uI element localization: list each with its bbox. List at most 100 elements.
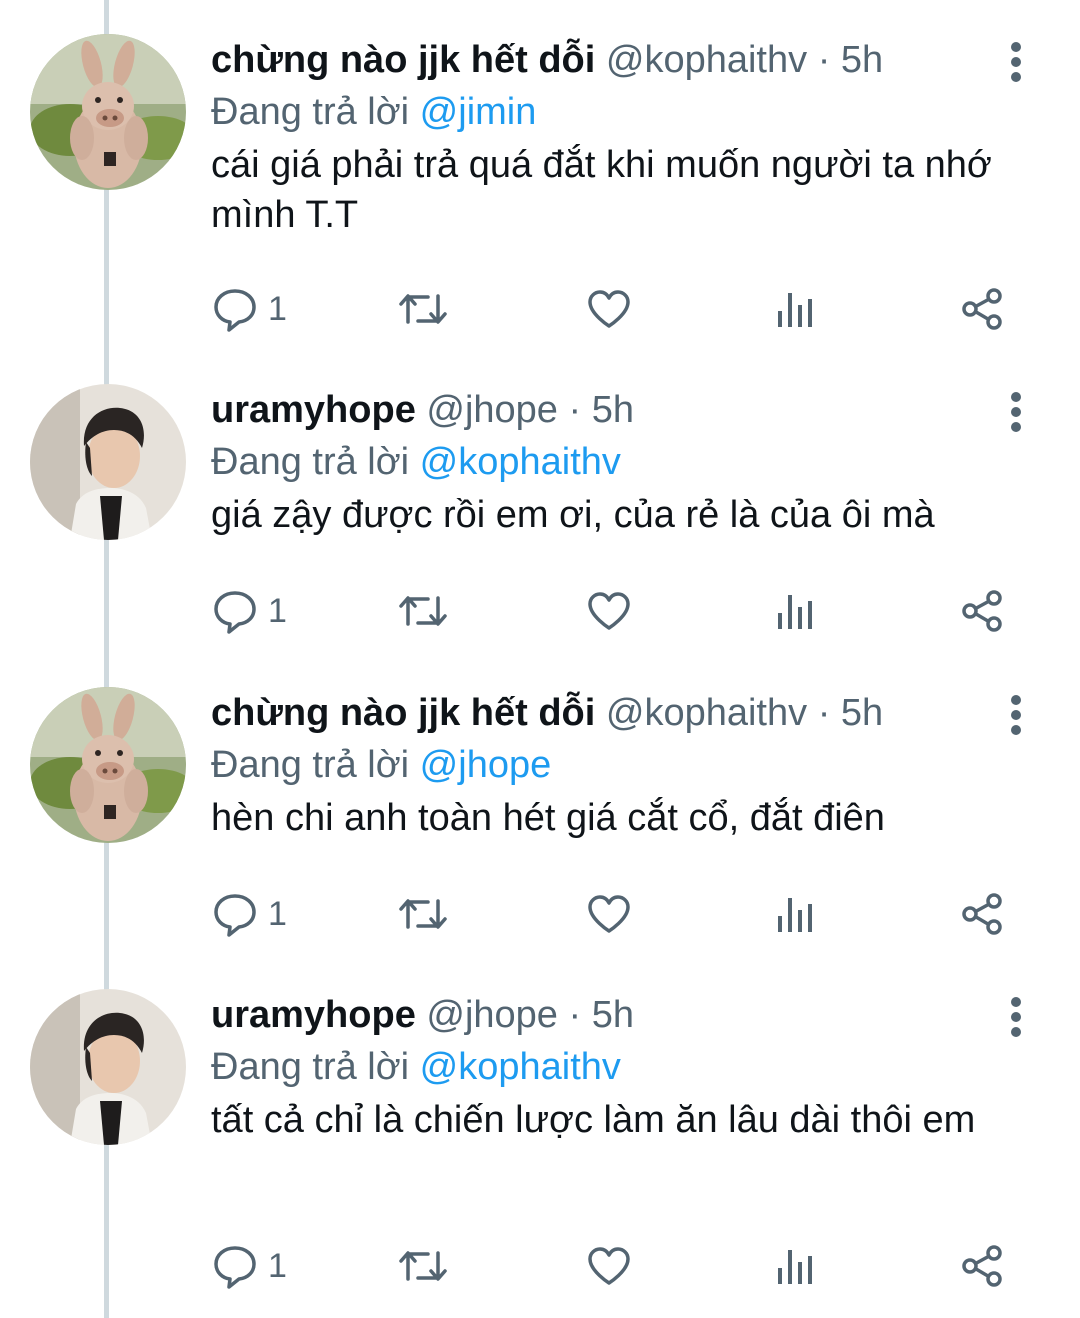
heart-icon (588, 290, 630, 328)
retweet-icon (399, 899, 447, 929)
like-button[interactable] (586, 1236, 632, 1296)
retweet-icon (399, 596, 447, 626)
reply-count: 1 (268, 1247, 287, 1285)
user-handle[interactable]: @kophaithv (606, 39, 807, 81)
mention-link[interactable]: @kophaithv (420, 441, 621, 483)
more-button[interactable] (1000, 40, 1032, 84)
share-button[interactable] (960, 279, 1004, 339)
timestamp[interactable]: 5h (592, 994, 634, 1036)
separator-dot: · (817, 39, 831, 81)
reply-button[interactable]: 1 (212, 581, 287, 641)
reply-count: 1 (268, 895, 287, 933)
more-button[interactable] (1000, 693, 1032, 737)
pig-plush-avatar-icon (30, 34, 186, 190)
replying-label: Đang trả lời (211, 441, 410, 483)
display-name[interactable]: uramyhope (211, 389, 416, 431)
display-name[interactable]: chừng nào jjk hết dỗi (211, 39, 595, 81)
share-button[interactable] (960, 581, 1004, 641)
display-name[interactable]: uramyhope (211, 994, 416, 1036)
timestamp[interactable]: 5h (841, 692, 883, 734)
retweet-icon (399, 294, 447, 324)
replying-to: Đang trả lời @jhope (211, 739, 551, 791)
retweet-button[interactable] (398, 884, 448, 944)
replying-to: Đang trả lời @kophaithv (211, 436, 621, 488)
separator-dot: · (817, 692, 831, 734)
share-button[interactable] (960, 884, 1004, 944)
like-button[interactable] (586, 884, 632, 944)
heart-icon (588, 592, 630, 630)
reply-bubble-icon (214, 894, 256, 937)
reply-count: 1 (268, 592, 287, 630)
pig-plush-avatar-icon (30, 687, 186, 843)
replying-to: Đang trả lời @jimin (211, 86, 536, 138)
replying-label: Đang trả lời (211, 91, 410, 133)
action-bar: 1 (0, 884, 1080, 944)
reply-bubble-icon (214, 591, 256, 634)
reply-bubble-icon (214, 1246, 256, 1289)
more-vertical-icon (1011, 695, 1021, 735)
avatar[interactable] (30, 384, 186, 540)
share-icon (962, 590, 1002, 632)
person-portrait-avatar-icon (30, 989, 186, 1145)
mention-link[interactable]: @kophaithv (420, 1046, 621, 1088)
tweet-text: tất cả chỉ là chiến lược làm ăn lâu dài … (211, 1099, 976, 1141)
share-button[interactable] (960, 1236, 1004, 1296)
tweet-header: uramyhope @jhope · 5h (211, 989, 634, 1041)
timestamp[interactable]: 5h (592, 389, 634, 431)
heart-icon (588, 895, 630, 933)
retweet-icon (399, 1251, 447, 1281)
analytics-bars-icon (778, 898, 812, 932)
reply-bubble-icon (214, 289, 256, 332)
person-portrait-avatar-icon (30, 384, 186, 540)
separator-dot: · (568, 389, 582, 431)
share-icon (962, 1245, 1002, 1287)
analytics-button[interactable] (776, 1236, 816, 1296)
action-bar: 1 (0, 279, 1080, 339)
separator-dot: · (568, 994, 582, 1036)
tweet-text: cái giá phải trả quá đắt khi muốn người … (211, 144, 992, 236)
share-icon (962, 288, 1002, 330)
avatar[interactable] (30, 687, 186, 843)
timestamp[interactable]: 5h (841, 39, 883, 81)
tweet-header: chừng nào jjk hết dỗi @kophaithv · 5h (211, 687, 883, 739)
analytics-bars-icon (778, 293, 812, 327)
like-button[interactable] (586, 581, 632, 641)
user-handle[interactable]: @kophaithv (606, 692, 807, 734)
analytics-bars-icon (778, 1250, 812, 1284)
tweet-header: uramyhope @jhope · 5h (211, 384, 634, 436)
like-button[interactable] (586, 279, 632, 339)
reply-button[interactable]: 1 (212, 279, 287, 339)
heart-icon (588, 1247, 630, 1285)
tweet-text: giá zậy được rồi em ơi, của rẻ là của ôi… (211, 494, 935, 536)
tweet-text: hèn chi anh toàn hét giá cắt cổ, đắt điê… (211, 797, 885, 839)
more-vertical-icon (1011, 42, 1021, 82)
analytics-bars-icon (778, 595, 812, 629)
mention-link[interactable]: @jhope (420, 744, 552, 786)
replying-label: Đang trả lời (211, 744, 410, 786)
more-vertical-icon (1011, 392, 1021, 432)
analytics-button[interactable] (776, 279, 816, 339)
action-bar: 1 (0, 581, 1080, 641)
analytics-button[interactable] (776, 884, 816, 944)
retweet-button[interactable] (398, 1236, 448, 1296)
user-handle[interactable]: @jhope (426, 389, 558, 431)
tweet-header: chừng nào jjk hết dỗi @kophaithv · 5h (211, 34, 883, 86)
mention-link[interactable]: @jimin (420, 91, 537, 133)
replying-to: Đang trả lời @kophaithv (211, 1041, 621, 1093)
display-name[interactable]: chừng nào jjk hết dỗi (211, 692, 595, 734)
more-vertical-icon (1011, 997, 1021, 1037)
reply-count: 1 (268, 290, 287, 328)
avatar[interactable] (30, 34, 186, 190)
retweet-button[interactable] (398, 279, 448, 339)
analytics-button[interactable] (776, 581, 816, 641)
more-button[interactable] (1000, 995, 1032, 1039)
share-icon (962, 893, 1002, 935)
reply-button[interactable]: 1 (212, 1236, 287, 1296)
user-handle[interactable]: @jhope (426, 994, 558, 1036)
avatar[interactable] (30, 989, 186, 1145)
action-bar: 1 (0, 1236, 1080, 1296)
replying-label: Đang trả lời (211, 1046, 410, 1088)
more-button[interactable] (1000, 390, 1032, 434)
retweet-button[interactable] (398, 581, 448, 641)
reply-button[interactable]: 1 (212, 884, 287, 944)
